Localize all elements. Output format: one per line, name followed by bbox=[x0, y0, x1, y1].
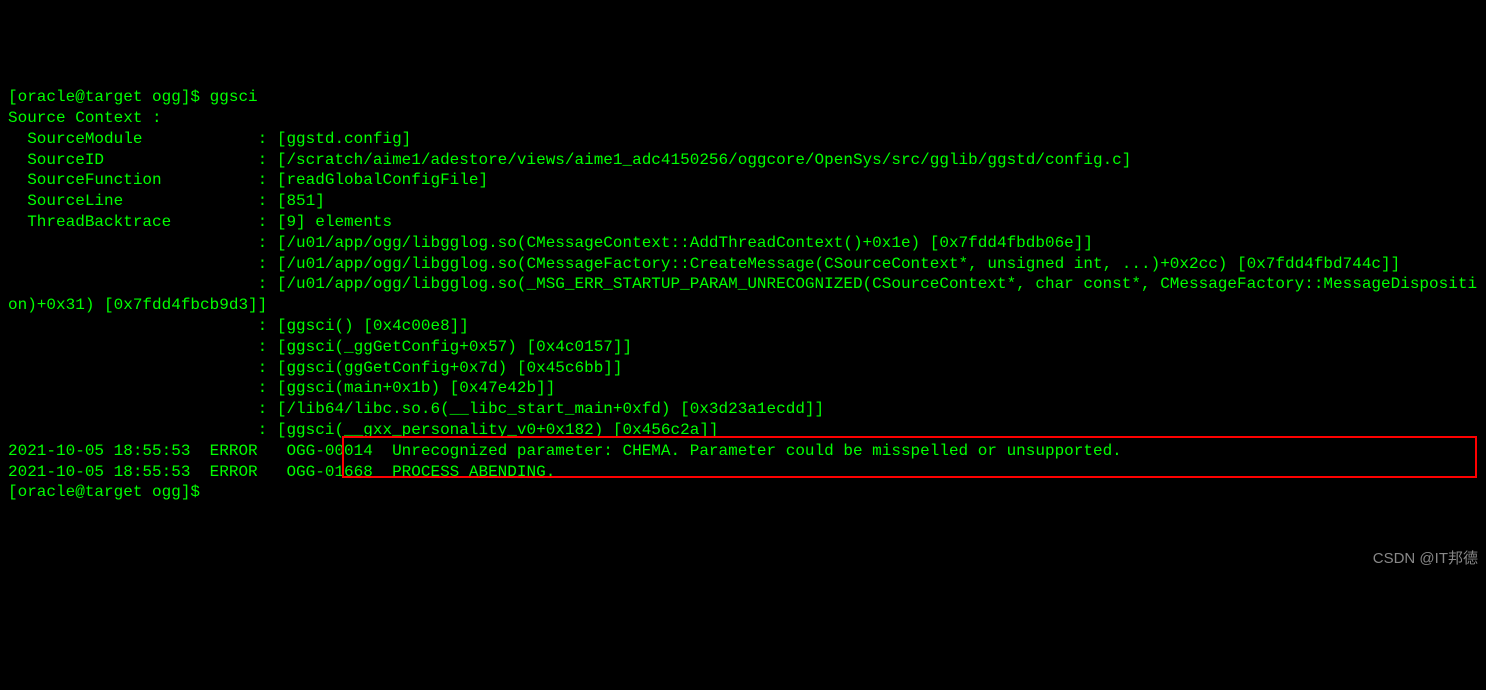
terminal-line: SourceID : [/scratch/aime1/adestore/view… bbox=[8, 150, 1478, 171]
terminal-output[interactable]: [oracle@target ogg]$ ggsciSource Context… bbox=[8, 87, 1478, 503]
terminal-line: SourceLine : [851] bbox=[8, 191, 1478, 212]
terminal-line: : [/u01/app/ogg/libgglog.so(_MSG_ERR_STA… bbox=[8, 274, 1478, 316]
watermark: CSDN @IT邦德 bbox=[1373, 549, 1478, 569]
terminal-line: : [ggsci(ggGetConfig+0x7d) [0x45c6bb]] bbox=[8, 358, 1478, 379]
terminal-line: Source Context : bbox=[8, 108, 1478, 129]
terminal-line: : [/lib64/libc.so.6(__libc_start_main+0x… bbox=[8, 399, 1478, 420]
terminal-line: SourceFunction : [readGlobalConfigFile] bbox=[8, 170, 1478, 191]
terminal-line: : [ggsci(_ggGetConfig+0x57) [0x4c0157]] bbox=[8, 337, 1478, 358]
terminal-line: [oracle@target ogg]$ ggsci bbox=[8, 87, 1478, 108]
terminal-error-line: 2021-10-05 18:55:53 ERROR OGG-01668 PROC… bbox=[8, 462, 1478, 483]
terminal-line: : [ggsci(__gxx_personality_v0+0x182) [0x… bbox=[8, 420, 1478, 441]
terminal-line: SourceModule : [ggstd.config] bbox=[8, 129, 1478, 150]
terminal-line: : [/u01/app/ogg/libgglog.so(CMessageFact… bbox=[8, 254, 1478, 275]
terminal-prompt[interactable]: [oracle@target ogg]$ bbox=[8, 482, 1478, 503]
terminal-line: : [ggsci(main+0x1b) [0x47e42b]] bbox=[8, 378, 1478, 399]
terminal-line: : [/u01/app/ogg/libgglog.so(CMessageCont… bbox=[8, 233, 1478, 254]
terminal-line: : [ggsci() [0x4c00e8]] bbox=[8, 316, 1478, 337]
terminal-error-line: 2021-10-05 18:55:53 ERROR OGG-00014 Unre… bbox=[8, 441, 1478, 462]
terminal-line: ThreadBacktrace : [9] elements bbox=[8, 212, 1478, 233]
